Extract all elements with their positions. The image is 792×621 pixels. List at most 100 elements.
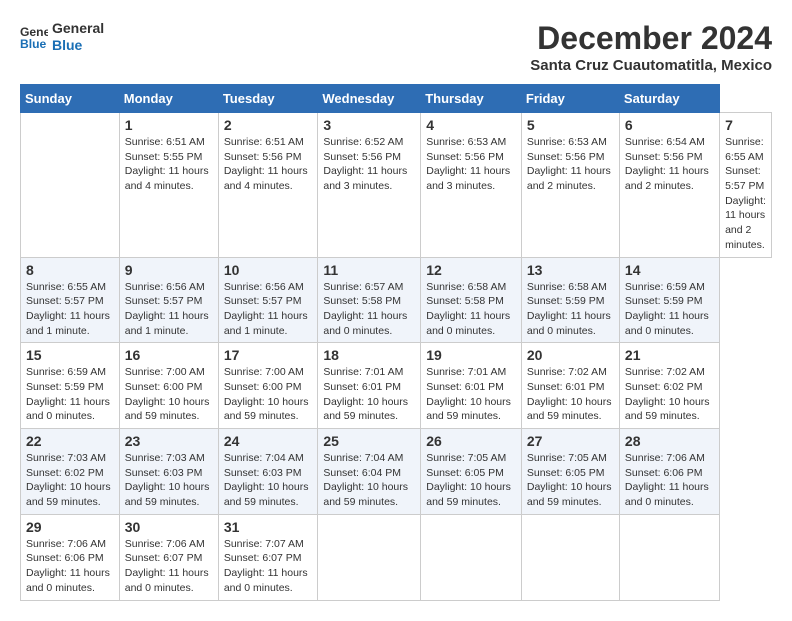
day-info: Sunrise: 6:51 AMSunset: 5:56 PMDaylight:… <box>224 135 313 194</box>
calendar-cell: 8 Sunrise: 6:55 AMSunset: 5:57 PMDaylight… <box>21 257 120 343</box>
calendar-cell <box>318 514 421 600</box>
calendar-cell: 6 Sunrise: 6:54 AMSunset: 5:56 PMDaylight… <box>619 113 719 258</box>
calendar-table: SundayMondayTuesdayWednesdayThursdayFrid… <box>20 84 772 601</box>
day-number: 8 <box>26 262 114 278</box>
calendar-cell <box>619 514 719 600</box>
day-number: 11 <box>323 262 415 278</box>
svg-text:Blue: Blue <box>20 37 47 51</box>
calendar-cell: 27 Sunrise: 7:05 AMSunset: 6:05 PMDayligh… <box>521 429 619 515</box>
calendar-cell: 24Sunrise: 7:04 AMSunset: 6:03 PMDayligh… <box>218 429 318 515</box>
day-number: 14 <box>625 262 714 278</box>
day-info: Sunrise: 6:54 AMSunset: 5:56 PMDaylight:… <box>625 135 714 194</box>
calendar-week-2: 8 Sunrise: 6:55 AMSunset: 5:57 PMDaylight… <box>21 257 772 343</box>
day-header-wednesday: Wednesday <box>318 85 421 113</box>
day-info: Sunrise: 6:56 AMSunset: 5:57 PMDaylight:… <box>224 280 313 339</box>
page-header: General Blue General Blue December 2024 … <box>20 20 772 74</box>
day-number: 22 <box>26 433 114 449</box>
calendar-cell: 23 Sunrise: 7:03 AMSunset: 6:03 PMDayligh… <box>119 429 218 515</box>
day-number: 9 <box>125 262 213 278</box>
day-info: Sunrise: 6:55 AMSunset: 5:57 PMDaylight:… <box>725 135 766 253</box>
calendar-cell: 29Sunrise: 7:06 AMSunset: 6:06 PMDayligh… <box>21 514 120 600</box>
calendar-cell: 11 Sunrise: 6:57 AMSunset: 5:58 PMDayligh… <box>318 257 421 343</box>
day-info: Sunrise: 7:05 AMSunset: 6:05 PMDaylight:… <box>527 451 614 510</box>
day-number: 25 <box>323 433 415 449</box>
day-number: 26 <box>426 433 516 449</box>
day-number: 24 <box>224 433 313 449</box>
day-info: Sunrise: 7:06 AMSunset: 6:06 PMDaylight:… <box>625 451 714 510</box>
day-info: Sunrise: 6:56 AMSunset: 5:57 PMDaylight:… <box>125 280 213 339</box>
day-header-sunday: Sunday <box>21 85 120 113</box>
calendar-cell: 14 Sunrise: 6:59 AMSunset: 5:59 PMDayligh… <box>619 257 719 343</box>
logo-line2: Blue <box>52 37 104 54</box>
main-title: December 2024 <box>530 20 772 57</box>
logo-icon: General Blue <box>20 23 48 51</box>
day-number: 21 <box>625 347 714 363</box>
calendar-cell: 18 Sunrise: 7:01 AMSunset: 6:01 PMDayligh… <box>318 343 421 429</box>
calendar-cell: 21Sunrise: 7:02 AMSunset: 6:02 PMDayligh… <box>619 343 719 429</box>
day-header-friday: Friday <box>521 85 619 113</box>
day-number: 18 <box>323 347 415 363</box>
day-info: Sunrise: 7:00 AMSunset: 6:00 PMDaylight:… <box>224 365 313 424</box>
day-info: Sunrise: 6:59 AMSunset: 5:59 PMDaylight:… <box>625 280 714 339</box>
calendar-cell: 22Sunrise: 7:03 AMSunset: 6:02 PMDayligh… <box>21 429 120 515</box>
calendar-cell: 10 Sunrise: 6:56 AMSunset: 5:57 PMDayligh… <box>218 257 318 343</box>
calendar-cell <box>421 514 522 600</box>
day-number: 20 <box>527 347 614 363</box>
day-info: Sunrise: 6:57 AMSunset: 5:58 PMDaylight:… <box>323 280 415 339</box>
calendar-cell: 19 Sunrise: 7:01 AMSunset: 6:01 PMDayligh… <box>421 343 522 429</box>
day-number: 23 <box>125 433 213 449</box>
day-number: 19 <box>426 347 516 363</box>
day-info: Sunrise: 7:00 AMSunset: 6:00 PMDaylight:… <box>125 365 213 424</box>
day-number: 28 <box>625 433 714 449</box>
day-info: Sunrise: 7:04 AMSunset: 6:04 PMDaylight:… <box>323 451 415 510</box>
calendar-cell <box>521 514 619 600</box>
calendar-cell: 12Sunrise: 6:58 AMSunset: 5:58 PMDayligh… <box>421 257 522 343</box>
calendar-cell: 1 Sunrise: 6:51 AMSunset: 5:55 PMDaylight… <box>119 113 218 258</box>
day-header-monday: Monday <box>119 85 218 113</box>
day-info: Sunrise: 6:53 AMSunset: 5:56 PMDaylight:… <box>426 135 516 194</box>
day-number: 15 <box>26 347 114 363</box>
calendar-cell <box>21 113 120 258</box>
day-info: Sunrise: 7:06 AMSunset: 6:06 PMDaylight:… <box>26 537 114 596</box>
day-header-saturday: Saturday <box>619 85 719 113</box>
calendar-cell: 16 Sunrise: 7:00 AMSunset: 6:00 PMDayligh… <box>119 343 218 429</box>
day-number: 6 <box>625 117 714 133</box>
day-number: 1 <box>125 117 213 133</box>
day-number: 10 <box>224 262 313 278</box>
day-info: Sunrise: 7:01 AMSunset: 6:01 PMDaylight:… <box>426 365 516 424</box>
day-number: 7 <box>725 117 766 133</box>
day-info: Sunrise: 6:51 AMSunset: 5:55 PMDaylight:… <box>125 135 213 194</box>
calendar-cell: 28 Sunrise: 7:06 AMSunset: 6:06 PMDayligh… <box>619 429 719 515</box>
day-info: Sunrise: 6:58 AMSunset: 5:59 PMDaylight:… <box>527 280 614 339</box>
calendar-cell: 5Sunrise: 6:53 AMSunset: 5:56 PMDaylight… <box>521 113 619 258</box>
calendar-cell: 31 Sunrise: 7:07 AMSunset: 6:07 PMDayligh… <box>218 514 318 600</box>
calendar-cell: 17Sunrise: 7:00 AMSunset: 6:00 PMDayligh… <box>218 343 318 429</box>
day-number: 5 <box>527 117 614 133</box>
calendar-week-3: 15Sunrise: 6:59 AMSunset: 5:59 PMDayligh… <box>21 343 772 429</box>
day-number: 12 <box>426 262 516 278</box>
calendar-week-5: 29Sunrise: 7:06 AMSunset: 6:06 PMDayligh… <box>21 514 772 600</box>
calendar-cell: 13 Sunrise: 6:58 AMSunset: 5:59 PMDayligh… <box>521 257 619 343</box>
logo: General Blue General Blue <box>20 20 104 54</box>
day-info: Sunrise: 7:06 AMSunset: 6:07 PMDaylight:… <box>125 537 213 596</box>
day-header-thursday: Thursday <box>421 85 522 113</box>
day-info: Sunrise: 6:55 AMSunset: 5:57 PMDaylight:… <box>26 280 114 339</box>
day-number: 30 <box>125 519 213 535</box>
day-info: Sunrise: 7:03 AMSunset: 6:03 PMDaylight:… <box>125 451 213 510</box>
day-info: Sunrise: 7:02 AMSunset: 6:01 PMDaylight:… <box>527 365 614 424</box>
calendar-cell: 7 Sunrise: 6:55 AMSunset: 5:57 PMDaylight… <box>720 113 772 258</box>
day-number: 27 <box>527 433 614 449</box>
day-number: 13 <box>527 262 614 278</box>
calendar-cell: 9 Sunrise: 6:56 AMSunset: 5:57 PMDaylight… <box>119 257 218 343</box>
day-info: Sunrise: 7:05 AMSunset: 6:05 PMDaylight:… <box>426 451 516 510</box>
day-number: 16 <box>125 347 213 363</box>
day-info: Sunrise: 7:01 AMSunset: 6:01 PMDaylight:… <box>323 365 415 424</box>
day-info: Sunrise: 7:07 AMSunset: 6:07 PMDaylight:… <box>224 537 313 596</box>
calendar-cell: 15Sunrise: 6:59 AMSunset: 5:59 PMDayligh… <box>21 343 120 429</box>
calendar-cell: 26 Sunrise: 7:05 AMSunset: 6:05 PMDayligh… <box>421 429 522 515</box>
day-number: 2 <box>224 117 313 133</box>
calendar-cell: 4Sunrise: 6:53 AMSunset: 5:56 PMDaylight… <box>421 113 522 258</box>
subtitle: Santa Cruz Cuautomatitla, Mexico <box>530 57 772 74</box>
day-number: 3 <box>323 117 415 133</box>
day-number: 31 <box>224 519 313 535</box>
